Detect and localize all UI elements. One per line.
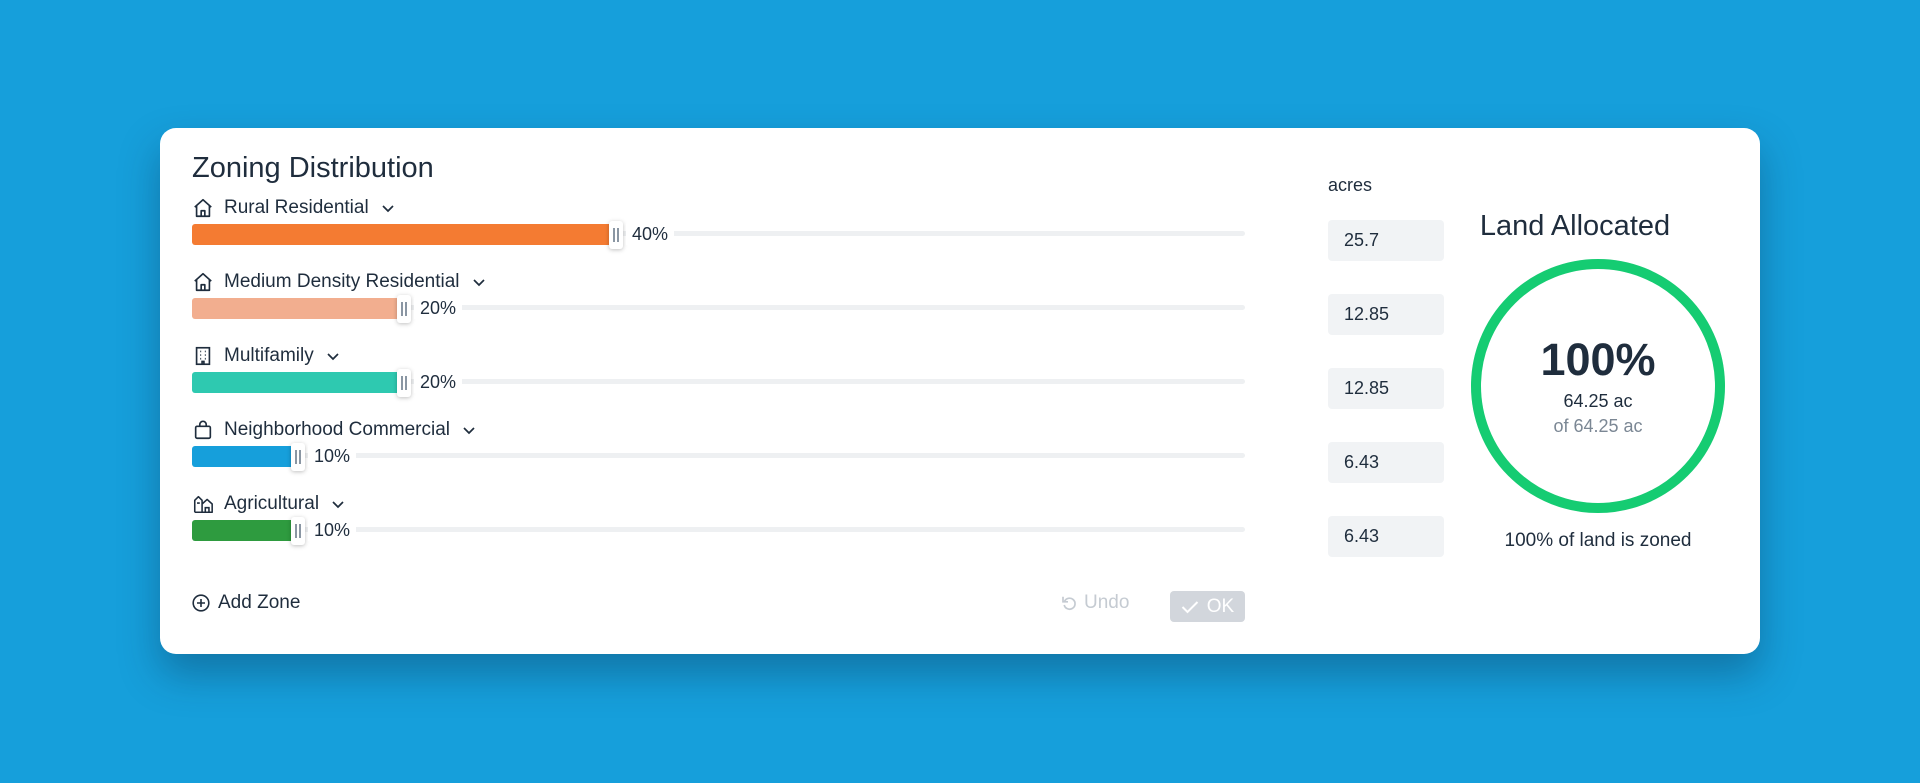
zone-name: Neighborhood Commercial (224, 419, 450, 440)
acres-input-neighborhood-commercial[interactable] (1328, 442, 1444, 483)
zone-row: Rural Residential 40% (192, 194, 1245, 254)
allocated-acres: 64.25 ac (1563, 390, 1633, 411)
slider-handle[interactable] (397, 369, 411, 397)
acres-input-multifamily[interactable] (1328, 368, 1444, 409)
zone-selector[interactable]: Agricultural (192, 490, 345, 518)
zone-selector[interactable]: Rural Residential (192, 194, 395, 222)
undo-icon (1062, 596, 1076, 611)
zone-percent: 10% (308, 520, 357, 541)
checkmark-icon (1181, 600, 1198, 613)
slider-handle[interactable] (291, 517, 305, 545)
zone-selector[interactable]: Medium Density Residential (192, 268, 486, 296)
acres-input-rural-residential[interactable] (1328, 220, 1444, 261)
zone-row: Multifamily 20% (192, 342, 1245, 402)
zone-selector[interactable]: Neighborhood Commercial (192, 416, 476, 444)
undo-label: Undo (1084, 592, 1130, 613)
add-zone-label: Add Zone (218, 592, 301, 613)
acres-input-agricultural[interactable] (1328, 516, 1444, 557)
slider-fill (192, 298, 404, 319)
total-acres: of 64.25 ac (1553, 415, 1643, 436)
allocated-percent: 100% (1540, 334, 1656, 386)
acres-input-medium-density-residential[interactable] (1328, 294, 1444, 335)
zone-name: Multifamily (224, 345, 314, 366)
plus-circle-icon (192, 594, 210, 612)
allocation-readout: 100% 64.25 ac of 64.25 ac (1470, 258, 1726, 514)
slider-fill (192, 372, 404, 393)
house-icon (194, 198, 212, 218)
slider-handle[interactable] (291, 443, 305, 471)
chevron-down-icon (472, 279, 485, 287)
shopping-bag-icon (194, 420, 212, 440)
undo-button[interactable]: Undo (1060, 592, 1129, 614)
panel-title: Zoning Distribution (192, 152, 434, 184)
zone-row: Medium Density Residential 20% (192, 268, 1245, 328)
zone-name: Medium Density Residential (224, 271, 460, 292)
slider-fill (192, 224, 616, 245)
add-zone-button[interactable]: Add Zone (192, 592, 300, 614)
ok-label: OK (1206, 595, 1235, 617)
house-icon (194, 272, 212, 292)
chevron-down-icon (327, 353, 339, 361)
zone-selector[interactable]: Multifamily (192, 342, 340, 370)
building-icon (195, 346, 211, 366)
zone-percent: 20% (414, 298, 463, 319)
zone-percent: 10% (308, 446, 357, 467)
chevron-down-icon (463, 427, 475, 435)
zone-name: Rural Residential (224, 197, 369, 218)
land-allocated-title: Land Allocated (1479, 210, 1671, 242)
slider-handle[interactable] (609, 221, 623, 249)
acres-column-header: acres (1328, 175, 1373, 195)
zone-percent: 40% (626, 224, 675, 245)
farm-icon (193, 495, 213, 514)
zone-row: Agricultural 10% (192, 490, 1245, 550)
zone-row: Neighborhood Commercial 10% (192, 416, 1245, 476)
zoned-summary: 100% of land is zoned (1504, 530, 1692, 551)
slider-fill (192, 520, 298, 541)
chevron-down-icon (332, 501, 344, 509)
ok-button[interactable]: OK (1170, 591, 1245, 622)
zoning-distribution-card: Zoning Distribution Rural Residential 40… (160, 128, 1760, 654)
zone-percent: 20% (414, 372, 463, 393)
chevron-down-icon (382, 205, 394, 213)
zone-name: Agricultural (224, 493, 320, 514)
slider-fill (192, 446, 298, 467)
slider-handle[interactable] (397, 295, 411, 323)
